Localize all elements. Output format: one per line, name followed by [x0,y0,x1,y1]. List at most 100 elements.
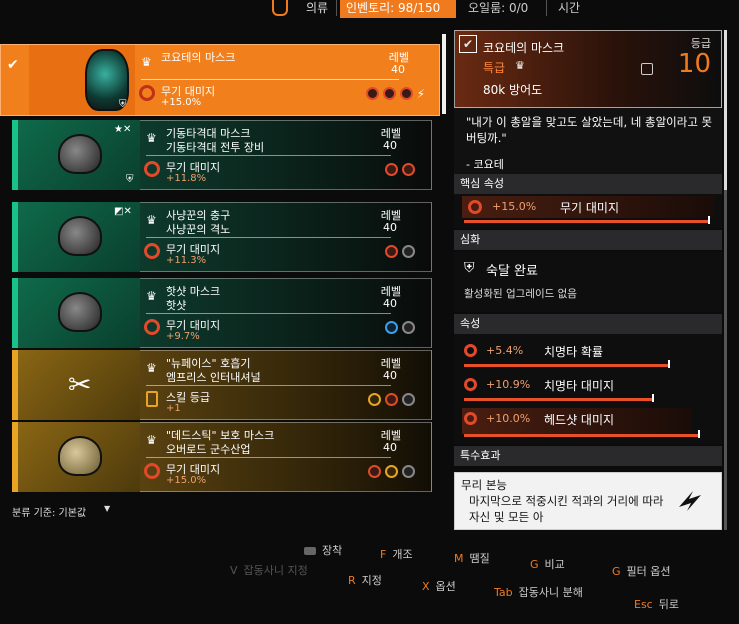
hotkey-equip[interactable]: 장착 [304,542,342,558]
item-tags: ◩✕ [114,206,132,217]
mod-slot-icon [382,87,396,100]
talent-box: 무리 본능 마지막으로 적중시킨 적과의 거리에 따라 자신 및 모든 아 [454,472,722,530]
mask-image [58,216,102,256]
mask-image [58,436,102,476]
attr-value: +15.0% [166,475,207,486]
hotkey-dismantle-junk[interactable]: Tab 잡동사니 분해 [494,584,583,600]
tab-divider [546,0,547,16]
item-brand: 사냥꾼의 격노 [166,223,231,236]
attr-value: +1 [166,403,181,414]
brand-icon: ♛ [146,131,157,145]
hotkey-mark[interactable]: R 지정 [348,572,382,588]
detail-panel: ✔ 코요테의 마스크 등급 10 특급 ♛ 80k 방어도 "내가 이 총알을 … [454,30,727,530]
mask-image [58,134,102,174]
hotkey-label: 비교 [544,558,565,571]
level-value: 40 [383,297,397,310]
hotkey-compare[interactable]: G 비교 [530,556,565,572]
mod-slot-icon [385,163,398,176]
attr-value: +9.7% [166,331,200,342]
list-item-selected[interactable]: ✔ ⛨ ♛ 코요테의 마스크 레벨 40 무기 대미지 +15.0% ⚡ [0,44,440,116]
tab-inventory[interactable]: 인벤토리: 98/150 [340,0,456,18]
mod-slot-icon [368,393,381,406]
level-value: 40 [383,369,397,382]
hotkey-key: F [380,548,387,561]
item-brand: 오버로드 군수산업 [166,443,251,456]
attribute-bar [464,434,700,437]
hotkey-label: 장착 [322,544,343,557]
item-icon: ◩✕ [18,202,140,272]
talent-icon: ⚡ [416,87,425,101]
hotkey-tinker[interactable]: M 땜질 [454,550,490,566]
detail-header: ✔ 코요테의 마스크 등급 10 특급 ♛ 80k 방어도 [454,30,722,108]
hotkey-key: V [230,564,238,577]
armor-value: 80k 방어도 [483,83,543,97]
attribute-value: +5.4% [486,344,524,357]
item-icon [18,278,140,348]
mod-slots [385,321,415,334]
hotkey-label: 필터 옵션 [626,565,671,578]
mod-slots [385,163,415,176]
mod-slot-icon [365,87,379,100]
sort-label[interactable]: 분류 기준: 기본값 [12,504,86,519]
attributes-section: +5.4% 치명타 확률 +10.9% 치명타 대미지 +10.0% 헤드샷 대… [454,334,722,444]
attribute-bar [464,398,654,401]
list-item[interactable]: ◩✕ ♛ 사냥꾼의 충구 사냥꾼의 격노 레벨 40 무기 대미지 +11.3% [12,202,432,272]
detail-scrollbar-thumb[interactable] [724,30,727,190]
mouse-icon [304,547,316,555]
level-value: 40 [383,441,397,454]
mod-slots [368,393,415,406]
brand-icon: ♛ [146,361,157,375]
list-scrollbar[interactable] [442,34,446,114]
item-brand: 엠프리스 인터내셔널 [166,371,261,384]
hotkey-options[interactable]: X 옵션 [422,578,456,594]
brand-icon: ♛ [141,55,152,69]
time-tab: 시간 [558,1,581,15]
item-brand: 핫샷 [166,299,187,312]
hotkey-key: Esc [634,598,653,611]
item-list: ✔ ⛨ ♛ 코요테의 마스크 레벨 40 무기 대미지 +15.0% ⚡ ★✕ … [0,40,444,504]
item-tags: ★✕ [114,124,132,135]
bar-max-tick [668,360,670,368]
brand-icon: ♛ [515,59,525,72]
quote-author: - 코요테 [466,158,504,171]
list-item[interactable]: ✂ ♛ "뉴페이스" 호흡기 엠프리스 인터내셔널 레벨 40 스킬 등급 +1 [12,350,432,420]
empty-mod-slot-icon [402,321,415,334]
armor-icon [641,63,653,75]
list-item[interactable]: ♛ 핫샷 마스크 핫샷 레벨 40 무기 대미지 +9.7% [12,278,432,348]
grade-value: 10 [677,49,711,79]
core-attr-value: +15.0% [492,200,537,213]
hotkey-back[interactable]: Esc 뒤로 [634,596,679,612]
mod-slot-icon [399,87,413,100]
hotkey-key: G [612,565,621,578]
headshot-damage-icon [464,412,477,425]
hotkey-label: 지정 [361,574,382,587]
talent-title: 무리 본능 [461,478,507,492]
attribute-name: 치명타 확률 [544,345,604,359]
list-item[interactable]: ♛ "데드스틱" 보호 마스크 오버로드 군수산업 레벨 40 무기 대미지 +… [12,422,432,492]
hotkey-key: G [530,558,539,571]
hotkey-key: Tab [494,586,513,599]
mod-section: ⛨ 숙달 완료 활성화된 업그레이드 없음 [454,252,722,312]
divider [146,457,391,458]
hotkey-key: X [422,580,430,593]
check-icon: ✔ [459,35,477,53]
divider [141,79,399,80]
tab-divider [336,0,337,16]
talent-desc: 마지막으로 적중시킨 적과의 거리에 따라 자신 및 모든 아 [469,494,664,524]
core-attr-header: 핵심 속성 [454,174,722,194]
level-value: 40 [391,63,405,76]
list-item[interactable]: ★✕ ⛨ ♛ 기동타격대 마스크 기동타격대 전투 장비 레벨 40 무기 대미… [12,120,432,190]
item-brand: 기동타격대 전투 장비 [166,141,265,154]
hotkey-modify[interactable]: F 개조 [380,546,413,562]
weapon-damage-icon [468,200,482,214]
hotkey-key: R [348,574,356,587]
bar-max-tick [698,430,700,438]
hotkey-label: 개조 [392,548,413,561]
hotkey-mark-junk[interactable]: V 잡동사니 지정 [230,562,308,578]
menu-u-icon[interactable] [272,0,288,16]
tab-clothes[interactable]: 의류 [300,0,334,18]
shield-icon: ⛨ [119,99,127,110]
attribute-value: +10.0% [486,412,531,425]
hotkey-filter[interactable]: G 필터 옵션 [612,563,671,579]
dropdown-arrow-icon[interactable]: ▼ [104,504,110,513]
